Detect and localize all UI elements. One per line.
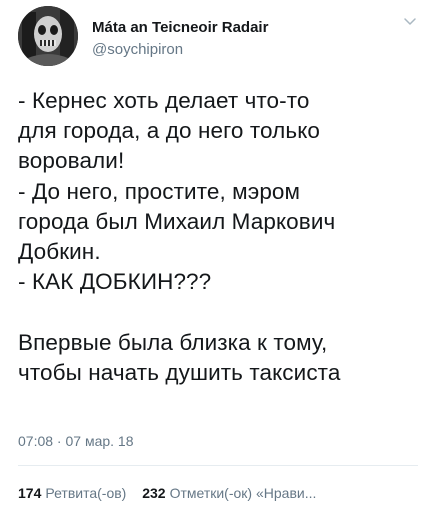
retweets-count: 174 <box>18 485 42 501</box>
chevron-down-icon[interactable] <box>402 14 418 30</box>
avatar[interactable] <box>18 6 78 66</box>
tweet-stats: 174 Ретвита(-ов) 232 Отметки(-ок) «Нрави..… <box>18 485 418 501</box>
likes-stat[interactable]: 232 Отметки(-ок) «Нрави... <box>142 485 316 501</box>
user-display-name[interactable]: Máta an Teicneoir Radair <box>92 19 268 36</box>
tweet-timestamp[interactable]: 07:08 · 07 мар. 18 <box>18 433 134 449</box>
retweets-stat[interactable]: 174 Ретвита(-ов) <box>18 485 126 501</box>
likes-label: Отметки(-ок) «Нрави... <box>169 485 317 501</box>
divider <box>18 465 418 466</box>
likes-count: 232 <box>142 485 166 501</box>
retweets-label: Ретвита(-ов) <box>45 485 127 501</box>
user-handle[interactable]: @soychipiron <box>92 41 183 58</box>
avatar-image <box>18 6 78 66</box>
tweet-card: Máta an Teicneoir Radair @soychipiron - … <box>0 0 434 524</box>
tweet-text: - Кернес хоть делает что-то для города, … <box>18 88 341 385</box>
